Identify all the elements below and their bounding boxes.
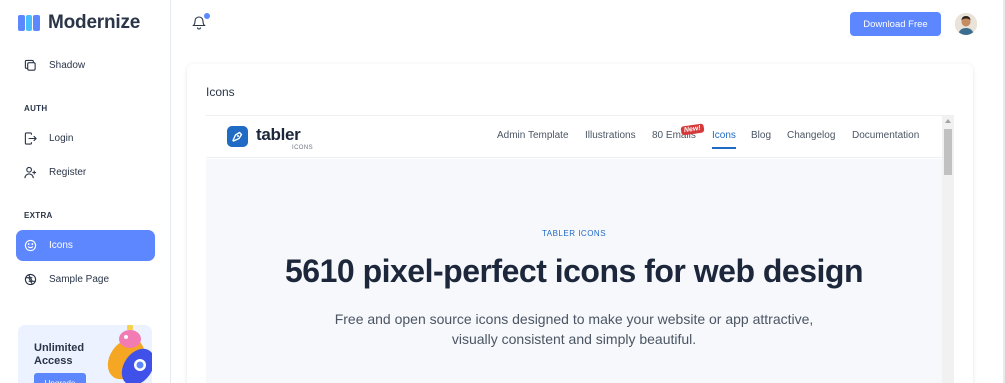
sidebar-item-label: Shadow	[49, 60, 86, 71]
brand[interactable]: Modernize	[18, 12, 140, 34]
scroll-thumb[interactable]	[944, 129, 952, 175]
sidebar-item-register[interactable]: Register	[16, 157, 155, 188]
aperture-icon	[24, 273, 37, 286]
upgrade-button[interactable]: Upgrade	[34, 373, 86, 383]
nav-caption-extra: EXTRA	[24, 211, 53, 220]
hero-description-line: Free and open source icons designed to m…	[334, 311, 814, 327]
user-avatar-icon	[955, 13, 977, 35]
nav-caption-auth: AUTH	[24, 104, 48, 113]
upgrade-promo-card: Unlimited Access Upgrade	[18, 325, 152, 383]
copy-icon	[24, 59, 36, 71]
sidebar-item-icons[interactable]: Icons	[16, 230, 155, 261]
tabler-wordmark: tabler	[256, 125, 301, 144]
notification-dot	[204, 13, 210, 19]
tabler-nav-illustrations[interactable]: Illustrations	[585, 130, 636, 141]
new-badge: New!	[680, 123, 705, 136]
sidebar-item-login[interactable]: Login	[16, 123, 155, 154]
sidebar-item-label: Register	[49, 167, 87, 178]
sidebar-item-label: Sample Page	[49, 274, 110, 285]
hero-title: 5610 pixel-perfect icons for web design	[284, 253, 864, 289]
login-icon	[24, 132, 37, 145]
avatar[interactable]	[955, 13, 977, 35]
sidebar-item-shadow[interactable]: Shadow	[16, 50, 155, 81]
hero-eyebrow: TABLER ICONS	[541, 229, 607, 238]
tabler-hero: TABLER ICONS 5610 pixel-perfect icons fo…	[206, 159, 942, 383]
scroll-up-arrow-icon[interactable]	[945, 119, 951, 123]
user-plus-icon	[24, 166, 37, 179]
tabler-nav-admin-template[interactable]: Admin Template	[497, 130, 569, 141]
tabler-logo-icon[interactable]	[227, 126, 248, 147]
modernize-logo-icon	[18, 15, 40, 31]
tabler-navbar: tabler ICONS Admin Template Illustration…	[206, 116, 942, 158]
sidebar-item-label: Icons	[49, 240, 73, 251]
hero-description: Free and open source icons designed to m…	[306, 309, 842, 349]
promo-title: Unlimited Access	[34, 342, 85, 367]
sidebar: Modernize Shadow AUTH Login Register EXT…	[0, 0, 171, 383]
tabler-nav-icons[interactable]: Icons	[712, 130, 736, 141]
tabler-nav-documentation[interactable]: Documentation	[852, 130, 919, 141]
embedded-tabler-frame[interactable]: tabler ICONS Admin Template Illustration…	[206, 115, 954, 383]
mood-happy-icon	[24, 239, 37, 252]
tabler-wordmark-sub: ICONS	[292, 145, 314, 151]
rocket-illustration-icon	[107, 325, 152, 383]
icons-card: Icons tabler ICONS Admin Template Illust…	[187, 64, 973, 383]
active-tab-underline	[712, 147, 736, 149]
brand-name: Modernize	[48, 12, 141, 33]
tabler-nav-changelog[interactable]: Changelog	[787, 130, 835, 141]
download-free-button[interactable]: Download Free	[850, 12, 941, 36]
hero-description-line: visually consistent and simply beautiful…	[451, 331, 697, 347]
sidebar-item-sample-page[interactable]: Sample Page	[16, 264, 155, 295]
sidebar-item-label: Login	[49, 133, 74, 144]
page-title: Icons	[206, 85, 235, 99]
frame-scrollbar[interactable]	[942, 116, 954, 383]
top-header: Download Free	[171, 0, 1005, 48]
tabler-nav-blog[interactable]: Blog	[751, 130, 771, 141]
